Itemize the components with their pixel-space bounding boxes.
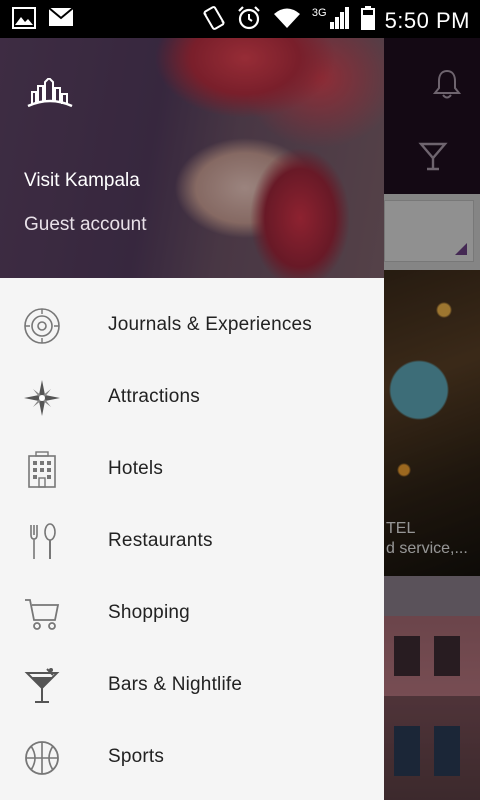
journal-icon: [22, 306, 62, 346]
alarm-icon: [236, 5, 262, 36]
cocktail-icon: [22, 666, 62, 706]
app-name: Visit Kampala: [24, 170, 140, 191]
navigation-drawer: Visit Kampala Guest account Journals & E…: [0, 38, 384, 800]
mail-icon: [48, 7, 74, 34]
fork-spoon-icon: [22, 522, 62, 562]
battery-icon: [360, 6, 375, 35]
menu-item-bars[interactable]: Bars & Nightlife: [0, 650, 384, 722]
signal-icon: [329, 6, 351, 35]
header-photo-overlay: [0, 38, 384, 278]
gallery-icon: [12, 7, 36, 34]
menu-item-journals[interactable]: Journals & Experiences: [0, 290, 384, 362]
city-skyline-logo-icon: [26, 76, 74, 117]
compass-icon: [22, 378, 62, 418]
menu-item-restaurants[interactable]: Restaurants: [0, 506, 384, 578]
menu-item-label: Bars & Nightlife: [108, 674, 243, 695]
account-type[interactable]: Guest account: [24, 214, 147, 236]
network-type-label: 3G: [311, 6, 327, 19]
menu-item-label: Journals & Experiences: [108, 314, 313, 335]
basketball-icon: [22, 738, 62, 778]
menu-item-shopping[interactable]: Shopping: [0, 578, 384, 650]
drawer-scrim[interactable]: [384, 38, 480, 800]
menu-item-label: Hotels: [108, 458, 164, 479]
menu-item-sports[interactable]: Sports: [0, 722, 384, 794]
cart-icon: [22, 594, 62, 634]
menu-item-label: Shopping: [108, 602, 190, 623]
menu-item-label: Restaurants: [108, 530, 213, 551]
menu-item-hotels[interactable]: Hotels: [0, 434, 384, 506]
status-time: 5:50 PM: [384, 7, 470, 33]
menu-item-attractions[interactable]: Attractions: [0, 362, 384, 434]
drawer-header: Visit Kampala Guest account: [0, 38, 384, 278]
status-bar: 3G 5:50 PM: [0, 0, 480, 38]
drawer-menu: Journals & Experiences Attractions Hotel…: [0, 290, 384, 794]
wifi-icon: [272, 6, 302, 35]
hotel-icon: [22, 450, 62, 490]
menu-item-label: Attractions: [108, 386, 200, 407]
menu-item-label: Sports: [108, 746, 165, 767]
vibrate-icon: [202, 5, 226, 36]
